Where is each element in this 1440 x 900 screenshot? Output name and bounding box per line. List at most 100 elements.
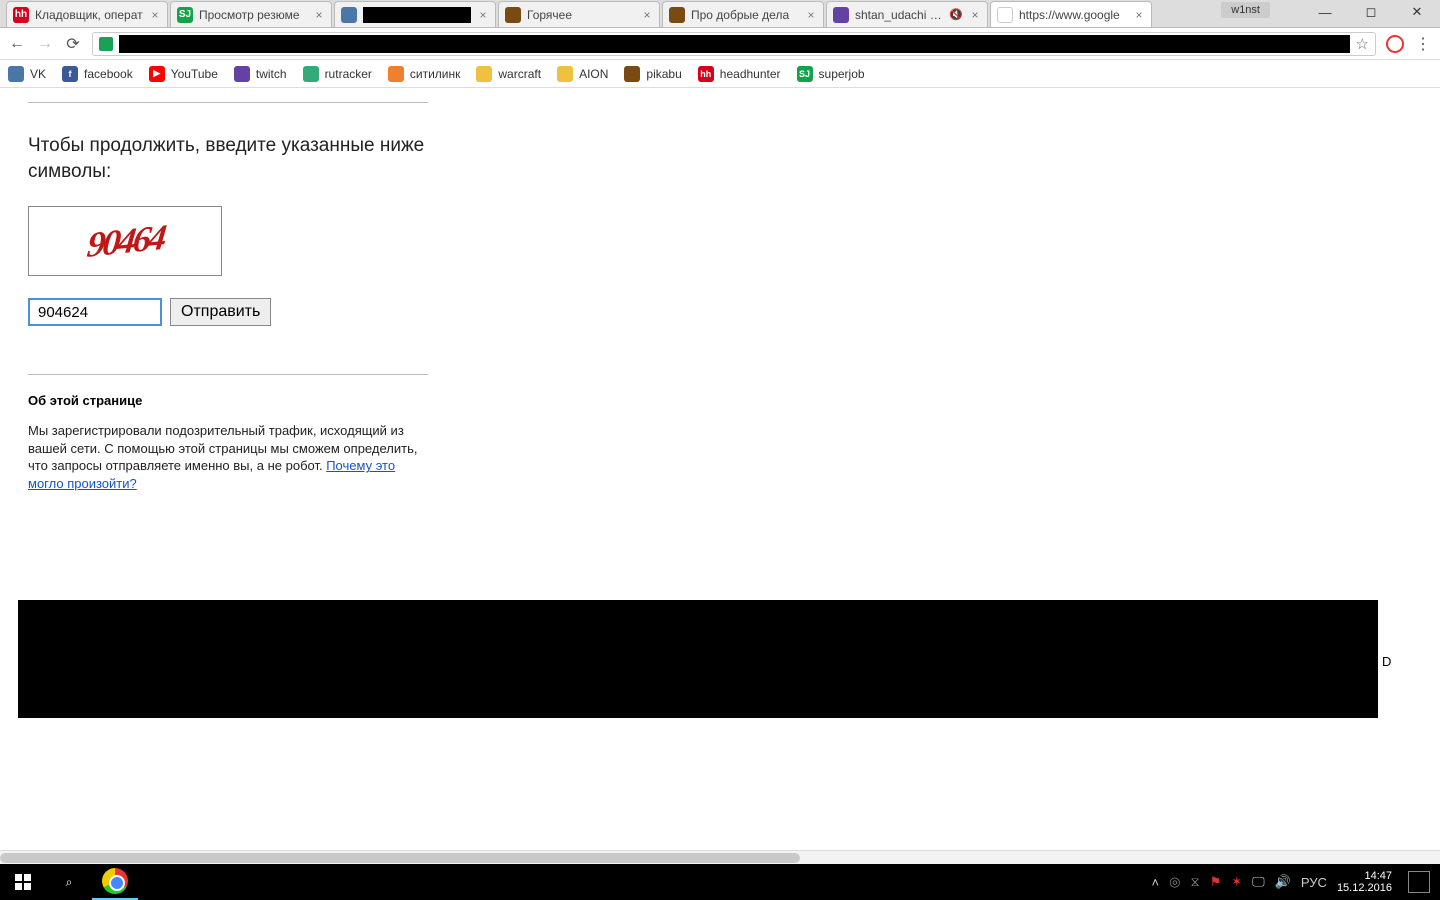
browser-tab[interactable]: Горячее × bbox=[498, 1, 660, 27]
tab-favicon: hh bbox=[13, 7, 29, 23]
tab-close[interactable]: × bbox=[641, 8, 653, 22]
captcha-form: Отправить bbox=[28, 298, 428, 326]
clock-date: 15.12.2016 bbox=[1337, 882, 1392, 894]
tab-favicon bbox=[341, 7, 357, 23]
tray-display-icon[interactable]: 🖵 bbox=[1252, 874, 1265, 890]
window-controls: — ◻ ✕ bbox=[1302, 0, 1440, 24]
bookmark-label: warcraft bbox=[498, 67, 541, 81]
bookmark-label: facebook bbox=[84, 67, 133, 81]
bookmark-icon: SJ bbox=[797, 66, 813, 82]
tab-close[interactable]: × bbox=[149, 8, 161, 22]
bookmark-label: YouTube bbox=[171, 67, 218, 81]
captcha-image: 90464 bbox=[28, 206, 222, 276]
url-redacted bbox=[119, 35, 1350, 53]
browser-tab[interactable]: Ghttps://www.google× bbox=[990, 1, 1152, 27]
tray-language[interactable]: РУС bbox=[1301, 875, 1327, 890]
captcha-prompt: Чтобы продолжить, введите указанные ниже… bbox=[28, 133, 428, 184]
bookmark-item[interactable]: ▶YouTube bbox=[149, 66, 218, 82]
bookmark-label: VK bbox=[30, 67, 46, 81]
taskbar-chrome[interactable] bbox=[92, 864, 138, 900]
bookmarks-bar: VK f facebook ▶YouTube twitch rutracker ситили… bbox=[0, 60, 1440, 88]
address-bar[interactable]: ☆ bbox=[92, 32, 1376, 56]
browser-toolbar: ← → ⟳ ☆ ⋮ bbox=[0, 28, 1440, 60]
tab-close[interactable]: × bbox=[1133, 8, 1145, 22]
bookmark-item[interactable]: AION bbox=[557, 66, 608, 82]
bookmark-icon bbox=[476, 66, 492, 82]
tab-title: shtan_udachi - Tv bbox=[855, 8, 943, 22]
captcha-input[interactable] bbox=[28, 298, 162, 326]
extension-icon[interactable] bbox=[1386, 35, 1404, 53]
window-maximize[interactable]: ◻ bbox=[1348, 0, 1394, 24]
bookmark-icon bbox=[234, 66, 250, 82]
browser-tab[interactable]: SJПросмотр резюме× bbox=[170, 1, 332, 27]
nav-back[interactable]: ← bbox=[8, 35, 26, 53]
bookmark-item[interactable]: hh headhunter bbox=[698, 66, 781, 82]
bookmark-label: rutracker bbox=[325, 67, 372, 81]
browser-tab[interactable]: hh Кладовщик, операт × bbox=[6, 1, 168, 27]
system-tray: ˄ ◎ ⧖ ⚑ ✶ 🖵 🔊 РУС 14:47 15.12.2016 bbox=[1152, 870, 1440, 894]
bookmark-item[interactable]: VK bbox=[8, 66, 46, 82]
browser-tab[interactable]: Про добрые дела × bbox=[662, 1, 824, 27]
bookmark-label: superjob bbox=[819, 67, 865, 81]
tab-title: Кладовщик, операт bbox=[35, 8, 143, 22]
horizontal-scrollbar[interactable] bbox=[0, 850, 1440, 864]
bookmark-item[interactable]: f facebook bbox=[62, 66, 133, 82]
tab-favicon bbox=[505, 7, 521, 23]
bookmark-label: ситилинк bbox=[410, 67, 460, 81]
tray-volume-icon[interactable]: 🔊 bbox=[1275, 874, 1291, 890]
nav-forward[interactable]: → bbox=[36, 35, 54, 53]
window-close[interactable]: ✕ bbox=[1394, 0, 1440, 24]
window-minimize[interactable]: — bbox=[1302, 0, 1348, 24]
browser-menu[interactable]: ⋮ bbox=[1414, 34, 1432, 54]
tray-clock[interactable]: 14:47 15.12.2016 bbox=[1337, 870, 1392, 894]
about-text: Мы зарегистрировали подозрительный трафи… bbox=[28, 422, 428, 492]
mute-icon[interactable]: 🔇 bbox=[949, 8, 963, 21]
action-center-icon[interactable] bbox=[1408, 871, 1430, 893]
scroll-thumb[interactable] bbox=[0, 853, 800, 863]
search-icon: ⌕ bbox=[66, 875, 73, 890]
tab-close[interactable]: × bbox=[969, 8, 981, 22]
search-button[interactable]: ⌕ bbox=[46, 864, 92, 900]
bookmark-icon bbox=[557, 66, 573, 82]
bookmark-item[interactable]: twitch bbox=[234, 66, 287, 82]
tab-close[interactable]: × bbox=[477, 8, 489, 22]
bookmark-item[interactable]: warcraft bbox=[476, 66, 541, 82]
tray-app-icon[interactable]: ⧖ bbox=[1190, 874, 1199, 890]
submit-button[interactable]: Отправить bbox=[170, 298, 271, 326]
bookmark-icon bbox=[303, 66, 319, 82]
tab-favicon bbox=[669, 7, 685, 23]
start-button[interactable] bbox=[0, 864, 46, 900]
page-viewport: Чтобы продолжить, введите указанные ниже… bbox=[0, 88, 1440, 864]
tab-favicon bbox=[833, 7, 849, 23]
clock-time: 14:47 bbox=[1364, 870, 1392, 882]
tab-title: Горячее bbox=[527, 8, 635, 22]
tray-chevron-icon[interactable]: ˄ bbox=[1152, 875, 1160, 890]
tray-app-icon[interactable]: ◎ bbox=[1169, 874, 1180, 890]
bookmark-item[interactable]: ситилинк bbox=[388, 66, 460, 82]
bookmark-star-icon[interactable]: ☆ bbox=[1356, 35, 1369, 53]
windows-taskbar: ⌕ ˄ ◎ ⧖ ⚑ ✶ 🖵 🔊 РУС 14:47 15.12.2016 bbox=[0, 864, 1440, 900]
bookmark-item[interactable]: pikabu bbox=[624, 66, 681, 82]
browser-tab[interactable]: × bbox=[334, 1, 496, 27]
bookmark-icon bbox=[624, 66, 640, 82]
nav-reload[interactable]: ⟳ bbox=[64, 34, 82, 54]
tab-favicon: SJ bbox=[177, 7, 193, 23]
bookmark-icon: f bbox=[62, 66, 78, 82]
bookmark-label: headhunter bbox=[720, 67, 781, 81]
chrome-icon bbox=[102, 868, 128, 894]
bookmark-label: AION bbox=[579, 67, 608, 81]
tab-close[interactable]: × bbox=[313, 8, 325, 22]
tray-flag-icon[interactable]: ⚑ bbox=[1210, 874, 1222, 890]
bookmark-item[interactable]: SJ superjob bbox=[797, 66, 865, 82]
about-heading: Об этой странице bbox=[28, 393, 428, 408]
browser-tab[interactable]: shtan_udachi - Tv 🔇 × bbox=[826, 1, 988, 27]
redacted-block bbox=[18, 600, 1378, 718]
tab-close[interactable]: × bbox=[805, 8, 817, 22]
tray-app-icon[interactable]: ✶ bbox=[1231, 874, 1242, 890]
bookmark-label: twitch bbox=[256, 67, 287, 81]
tab-title: Про добрые дела bbox=[691, 8, 799, 22]
bookmark-item[interactable]: rutracker bbox=[303, 66, 372, 82]
profile-badge[interactable]: w1nst bbox=[1221, 2, 1270, 18]
tab-favicon: G bbox=[997, 7, 1013, 23]
bookmark-icon: hh bbox=[698, 66, 714, 82]
